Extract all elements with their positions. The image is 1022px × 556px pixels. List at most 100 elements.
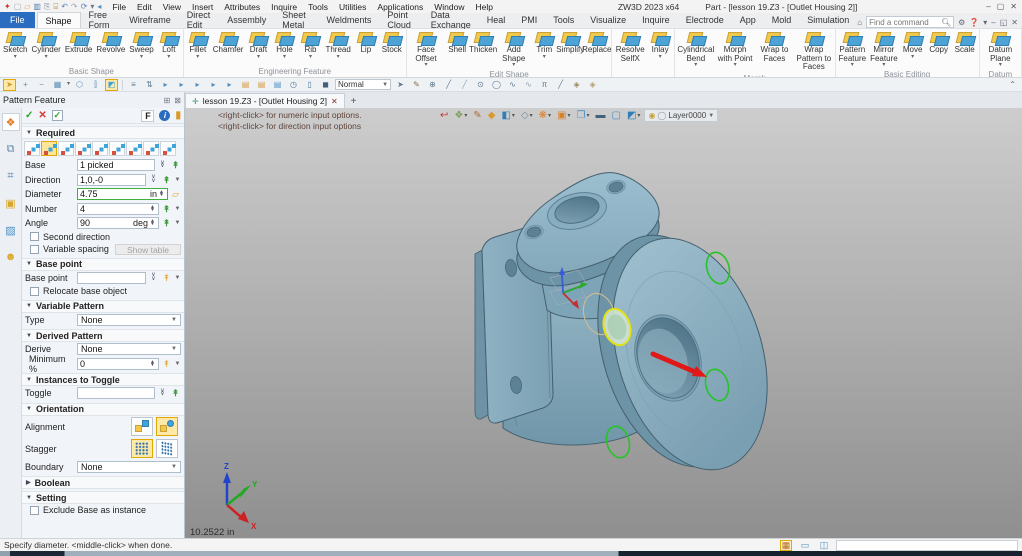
help-book-icon[interactable]: ▮ (175, 110, 181, 121)
point-tool-icon[interactable]: ⊕ (426, 79, 439, 91)
align-to-direction-icon[interactable] (131, 417, 153, 436)
ribbon-button-pattern-feature[interactable]: Pattern Feature ▾ (837, 30, 869, 69)
layer-select[interactable]: ◉ ◯ Layer0000 ▼ (644, 109, 719, 122)
folder-feature-icon[interactable]: ▤ (255, 79, 268, 91)
stagger-offset-icon[interactable] (156, 439, 178, 458)
dropdown-arrow-icon[interactable]: ▾ (999, 62, 1002, 68)
ribbon-tab-sheet-metal[interactable]: Sheet Metal (274, 10, 318, 30)
pick-list-icon[interactable]: ▦ (51, 79, 64, 91)
dropdown-arrow-icon[interactable]: ▾ (257, 54, 260, 60)
monitor-icon[interactable]: ▭ (799, 540, 811, 551)
dropdown-arrow-icon[interactable]: ▾ (283, 54, 286, 60)
ui-layout-icon[interactable]: ▦ (780, 540, 792, 551)
line-tool-icon[interactable]: ╱ (442, 79, 455, 91)
ribbon-tab-tools[interactable]: Tools (545, 12, 582, 28)
doc-close-icon[interactable]: ✕ (1011, 18, 1018, 27)
spline-tool-icon[interactable]: ∿ (506, 79, 519, 91)
dropdown-arrow-icon[interactable]: ▾ (587, 110, 590, 122)
dropdown-arrow-icon[interactable]: ▾ (548, 110, 551, 122)
help-icon[interactable]: ❓ (969, 18, 979, 27)
dropdown-arrow-icon[interactable]: ▾ (309, 54, 312, 60)
minimum-input[interactable] (80, 358, 149, 369)
dropdown-arrow-icon[interactable]: ▾ (14, 54, 17, 60)
ribbon-button-cylinder[interactable]: Cylinder ▾ (29, 30, 62, 61)
ribbon-button-mirror-feature[interactable]: Mirror Feature ▾ (868, 30, 900, 69)
curve-tool-icon[interactable]: ∿ (522, 79, 535, 91)
ribbon-button-trim[interactable]: Trim ▾ (531, 30, 557, 61)
menu-file[interactable]: File (111, 2, 127, 12)
view-orient-icon[interactable]: ◇ ▾ (521, 110, 533, 122)
section-header-derived-pattern[interactable]: ▼ Derived Pattern (22, 329, 184, 342)
circle-tool-icon[interactable]: ⊙ (474, 79, 487, 91)
at-curves-pattern-icon[interactable] (92, 141, 108, 156)
linear-pattern-icon[interactable] (24, 141, 40, 156)
polygon-pattern-icon[interactable] (58, 141, 74, 156)
ribbon-tab-simulation[interactable]: Simulation (799, 12, 857, 28)
section-header-variable-pattern[interactable]: ▼ Variable Pattern (22, 299, 184, 313)
dialog-float-icon[interactable]: ⊞ (164, 96, 171, 105)
folder-history-icon[interactable]: ▤ (239, 79, 252, 91)
exit-input-icon[interactable]: ↩ (440, 110, 448, 122)
menu-help[interactable]: Help (474, 2, 493, 12)
document-tab[interactable]: ✛ lesson 19.Z3 - [Outlet Housing 2] ✕ (185, 93, 345, 108)
ribbon-button-stock[interactable]: Stock (379, 30, 405, 56)
ribbon-button-sweep[interactable]: Sweep ▾ (127, 30, 155, 61)
minimize-icon[interactable]: – (986, 2, 990, 11)
profile-tool-icon[interactable]: π (538, 79, 551, 91)
close-icon[interactable]: ✕ (1010, 2, 1017, 11)
fkey-button[interactable]: F (141, 109, 155, 122)
multi-view-icon[interactable]: ❐ ▾ (577, 110, 590, 122)
point-to-point-pattern-icon[interactable] (75, 141, 91, 156)
arc-tool-icon[interactable]: ◯ (490, 79, 503, 91)
chevron-down-icon[interactable]: ▼ (174, 204, 181, 214)
print-icon[interactable]: ⎘ (44, 2, 50, 11)
ribbon-button-simplify[interactable]: Simplify (556, 30, 584, 56)
dropdown-arrow-icon[interactable]: ▾ (67, 81, 70, 87)
face-tool-icon[interactable]: ◈ (586, 79, 599, 91)
ribbon-button-loft[interactable]: Loft ▾ (156, 30, 182, 61)
diameter-input[interactable] (80, 189, 149, 200)
help-dropdown-icon[interactable]: ▾ (983, 18, 987, 27)
expand-list-icon[interactable]: ∨ ∨ (157, 160, 168, 169)
history-back-icon[interactable]: ▸ (175, 79, 188, 91)
dropdown-arrow-icon[interactable]: ▾ (734, 62, 737, 68)
gear-icon[interactable]: ⚙ (958, 18, 965, 27)
angle-input[interactable] (80, 218, 132, 229)
ribbon-tab-inquire[interactable]: Inquire (634, 12, 678, 28)
dropdown-arrow-icon[interactable]: ▾ (882, 62, 885, 68)
ribbon-button-thicken[interactable]: Thicken (469, 30, 497, 56)
view-mode-select[interactable]: Normal ▼ (335, 79, 392, 90)
section-header-required[interactable]: ▼ Required (22, 126, 184, 139)
dropdown-arrow-icon[interactable]: ▾ (543, 54, 546, 60)
sort-order-icon[interactable]: ⇅ (143, 79, 156, 91)
ribbon-button-shell[interactable]: Shell (444, 30, 470, 56)
ribbon-button-thread[interactable]: Thread ▾ (323, 30, 352, 61)
ribbon-button-lip[interactable]: Lip (353, 30, 379, 56)
ribbon-button-add-shape[interactable]: Add Shape ▾ (496, 30, 531, 69)
new-tab-button[interactable]: + (351, 96, 357, 108)
ribbon-button-wrap-pattern-to-faces[interactable]: Wrap Pattern to Faces (794, 30, 833, 73)
regen-icon[interactable]: ⟳ (81, 2, 88, 11)
status-input-box[interactable] (836, 540, 1018, 551)
dropdown-arrow-icon[interactable]: ▾ (140, 54, 143, 60)
align-to-base-icon[interactable] (156, 417, 178, 436)
shape-display-icon[interactable]: ◧ ▾ (501, 110, 514, 122)
display-list-icon[interactable]: ≡ (127, 79, 140, 91)
fill-pattern-icon[interactable] (160, 141, 176, 156)
blocks-library-icon[interactable]: ▣ (2, 194, 20, 212)
ribbon-button-copy[interactable]: Copy (926, 30, 952, 56)
ribbon-button-sketch[interactable]: Sketch ▾ (1, 30, 29, 61)
viewport-3d[interactable]: <right-click> for numeric input options.… (185, 108, 1022, 538)
ribbon-tab-heal[interactable]: Heal (479, 12, 514, 28)
ribbon-button-face-offset[interactable]: Face Offset ▾ (408, 30, 444, 69)
menu-utilities[interactable]: Utilities (338, 2, 367, 12)
redo-icon[interactable]: ↷ (71, 2, 78, 11)
ribbon-button-fillet[interactable]: Fillet ▾ (185, 30, 211, 61)
frame-display-icon[interactable]: ▯ (303, 79, 316, 91)
pick-done-icon[interactable]: ↟ (170, 160, 181, 170)
new-file-icon[interactable]: ▢ (14, 2, 22, 11)
polyline-tool-icon[interactable]: ╱ (458, 79, 471, 91)
expand-list-icon[interactable]: ∨ ∨ (157, 388, 168, 397)
at-face-pattern-icon[interactable] (109, 141, 125, 156)
dialog-title-bar[interactable]: Pattern Feature ⊞ ⊠ (0, 92, 185, 108)
